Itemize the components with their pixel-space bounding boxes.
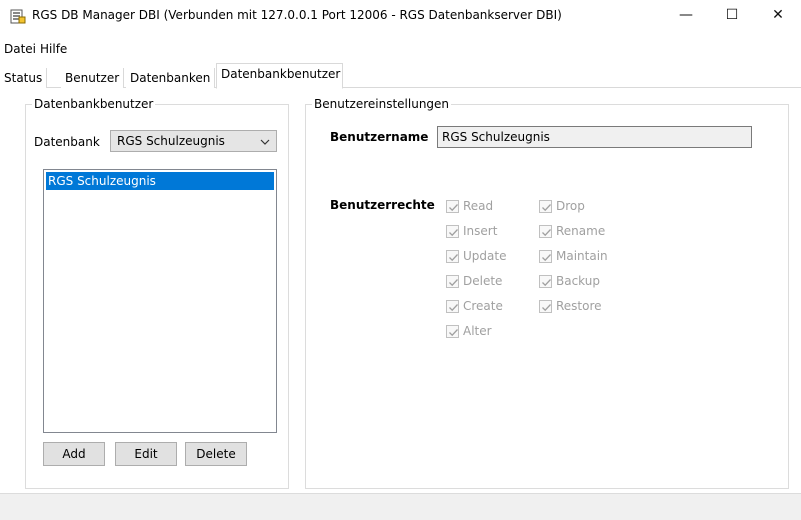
tab-datenbanken[interactable]: Datenbanken (126, 68, 216, 88)
datenbank-select[interactable]: RGS Schulzeugnis (110, 130, 277, 152)
list-item[interactable]: RGS Schulzeugnis (46, 172, 274, 190)
benutzereinstellungen-group: Benutzereinstellungen Benutzername RGS S… (305, 97, 789, 489)
tab-benutzer[interactable]: Benutzer (61, 68, 125, 88)
tab-status[interactable]: Status (0, 68, 48, 88)
benutzername-label: Benutzername (330, 130, 429, 144)
tab-content-panel: Datenbankbenutzer Datenbank RGS Schulzeu… (0, 88, 801, 493)
title-bar: RGS DB Manager DBI (Verbunden mit 127.0.… (0, 0, 801, 30)
username-field-value: RGS Schulzeugnis (442, 130, 550, 144)
maximize-button[interactable]: ☐ (709, 0, 755, 30)
app-database-icon (10, 9, 26, 24)
tab-datenbankbenutzer[interactable]: Datenbankbenutzer (216, 63, 343, 89)
delete-button[interactable]: Delete (185, 442, 247, 466)
user-list[interactable]: RGS Schulzeugnis (43, 169, 277, 433)
username-field[interactable]: RGS Schulzeugnis (437, 126, 752, 148)
group-caption-datenbankbenutzer: Datenbankbenutzer (32, 97, 156, 111)
menu-datei[interactable]: Datei (4, 42, 36, 56)
menu-bar: Datei Hilfe (0, 30, 801, 62)
datenbankbenutzer-group: Datenbankbenutzer Datenbank RGS Schulzeu… (25, 97, 289, 489)
status-bar (0, 493, 801, 520)
group-caption-benutzereinstellungen: Benutzereinstellungen (312, 97, 452, 111)
tab-strip: Status Benutzer Datenbanken Datenbankben… (0, 62, 801, 89)
edit-button[interactable]: Edit (115, 442, 177, 466)
window-title: RGS DB Manager DBI (Verbunden mit 127.0.… (32, 8, 562, 22)
datenbank-label: Datenbank (34, 135, 100, 149)
minimize-button[interactable]: — (663, 0, 709, 30)
add-button[interactable]: Add (43, 442, 105, 466)
datenbank-select-value: RGS Schulzeugnis (117, 134, 225, 148)
chevron-down-icon (260, 136, 270, 146)
menu-hilfe[interactable]: Hilfe (40, 42, 67, 56)
close-button[interactable]: ✕ (755, 0, 801, 30)
benutzerrechte-label: Benutzerrechte (330, 198, 435, 212)
